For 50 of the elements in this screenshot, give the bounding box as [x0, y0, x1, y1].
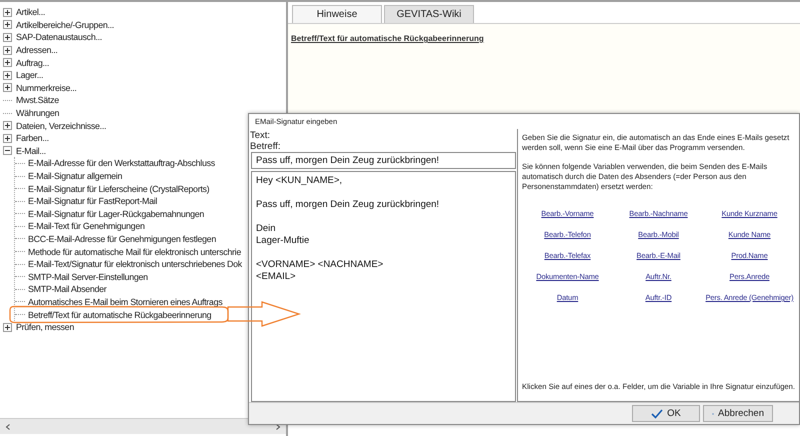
tree-item[interactable]: Automatisches E-Mail beim Stornieren eines Auftrags — [28, 296, 222, 307]
expand-icon[interactable] — [3, 20, 12, 30]
tree-item[interactable]: E-Mail-Signatur für Lager-Rückgabemahnungen — [28, 208, 204, 219]
expand-icon[interactable] — [3, 121, 12, 130]
tree-item[interactable]: Prüfen, messen — [16, 322, 74, 332]
scrollbar[interactable] — [0, 418, 286, 434]
subject-field[interactable]: Pass uff, morgen Dein Zeug zurückbringen! — [251, 152, 516, 169]
tree-item[interactable]: Adressen... — [16, 45, 58, 56]
expand-icon[interactable] — [3, 70, 12, 80]
tree-item[interactable]: E-Mail-Text für Genehmigungen — [28, 221, 145, 232]
collapse-icon[interactable] — [3, 146, 12, 156]
ok-button[interactable]: OK — [632, 405, 700, 422]
scroll-right-icon — [274, 422, 282, 430]
tree-item[interactable]: E-Mail-Text/Signatur für elektronisch unterschriebenes Dok — [28, 259, 242, 270]
tree-item[interactable]: Farben... — [16, 133, 49, 144]
expand-icon[interactable] — [3, 83, 12, 92]
tree-item[interactable]: Lager... — [16, 70, 44, 80]
scroll-left-icon — [4, 422, 12, 430]
expand-icon[interactable] — [3, 322, 12, 332]
tree-item[interactable]: Artikelbereiche/-Gruppen... — [16, 20, 114, 30]
tree-item[interactable]: E-Mail-Signatur für Lieferscheine (CrystalReports) — [28, 184, 210, 194]
tree-item[interactable]: SMTP-Mail Absender — [28, 284, 106, 294]
checkmark-icon — [651, 408, 664, 418]
tree-item[interactable]: Nummerkreise... — [16, 82, 77, 93]
field-label: Text: — [249, 131, 272, 142]
tab[interactable]: Hinweise — [292, 5, 382, 23]
tree-item[interactable]: Dateien, Verzeichnisse... — [16, 120, 106, 131]
expand-icon[interactable] — [3, 58, 12, 68]
field-label: Betreff: — [249, 142, 282, 152]
expand-icon[interactable] — [3, 134, 12, 143]
tree-item[interactable]: BCC-E-Mail-Adresse für Genehmigungen festlegen — [28, 234, 216, 244]
tree-item[interactable]: Artikel... — [16, 7, 46, 18]
tree-item[interactable]: E-Mail-Signatur für FastReport-Mail — [28, 196, 158, 206]
tree-item[interactable]: Methode für automatische Mail für elektronisch unterschrie — [28, 246, 241, 257]
tree-item[interactable]: Mwst.Sätze — [16, 95, 59, 106]
tree-item[interactable]: Betreff/Text für automatische Rückgabeerinnerung — [28, 310, 212, 320]
tree-item[interactable]: Währungen — [16, 108, 60, 118]
expand-icon[interactable] — [3, 46, 12, 55]
tree-item[interactable]: Auftrag... — [16, 58, 50, 68]
tree-item[interactable]: SMTP-Mail Server-Einstellungen — [28, 272, 148, 282]
tree-item[interactable]: SAP-Datenaustausch... — [16, 32, 102, 42]
hint-link[interactable]: Betreff/Text für automatische Rückgabeerinnerung — [291, 34, 484, 43]
cancel-button[interactable]: Abbrechen — [703, 405, 773, 422]
tab[interactable]: GEVITAS-Wiki — [384, 5, 474, 23]
expand-icon[interactable] — [3, 32, 12, 42]
tree-item[interactable]: E-Mail-Signatur allgemein — [28, 171, 122, 182]
tree-item[interactable]: E-Mail... — [16, 146, 46, 156]
tree-item[interactable]: E-Mail-Adresse für den Werkstattauftrag-Abschluss — [28, 158, 215, 168]
message-field[interactable]: Hey <KUN_NAME>, Pass uff, morgen Dein Zeug zurückbringen! Dein Lager-Muftie <VORNAME> <NACHNAME> <EMAIL> — [251, 171, 516, 402]
expand-icon[interactable] — [3, 8, 12, 17]
